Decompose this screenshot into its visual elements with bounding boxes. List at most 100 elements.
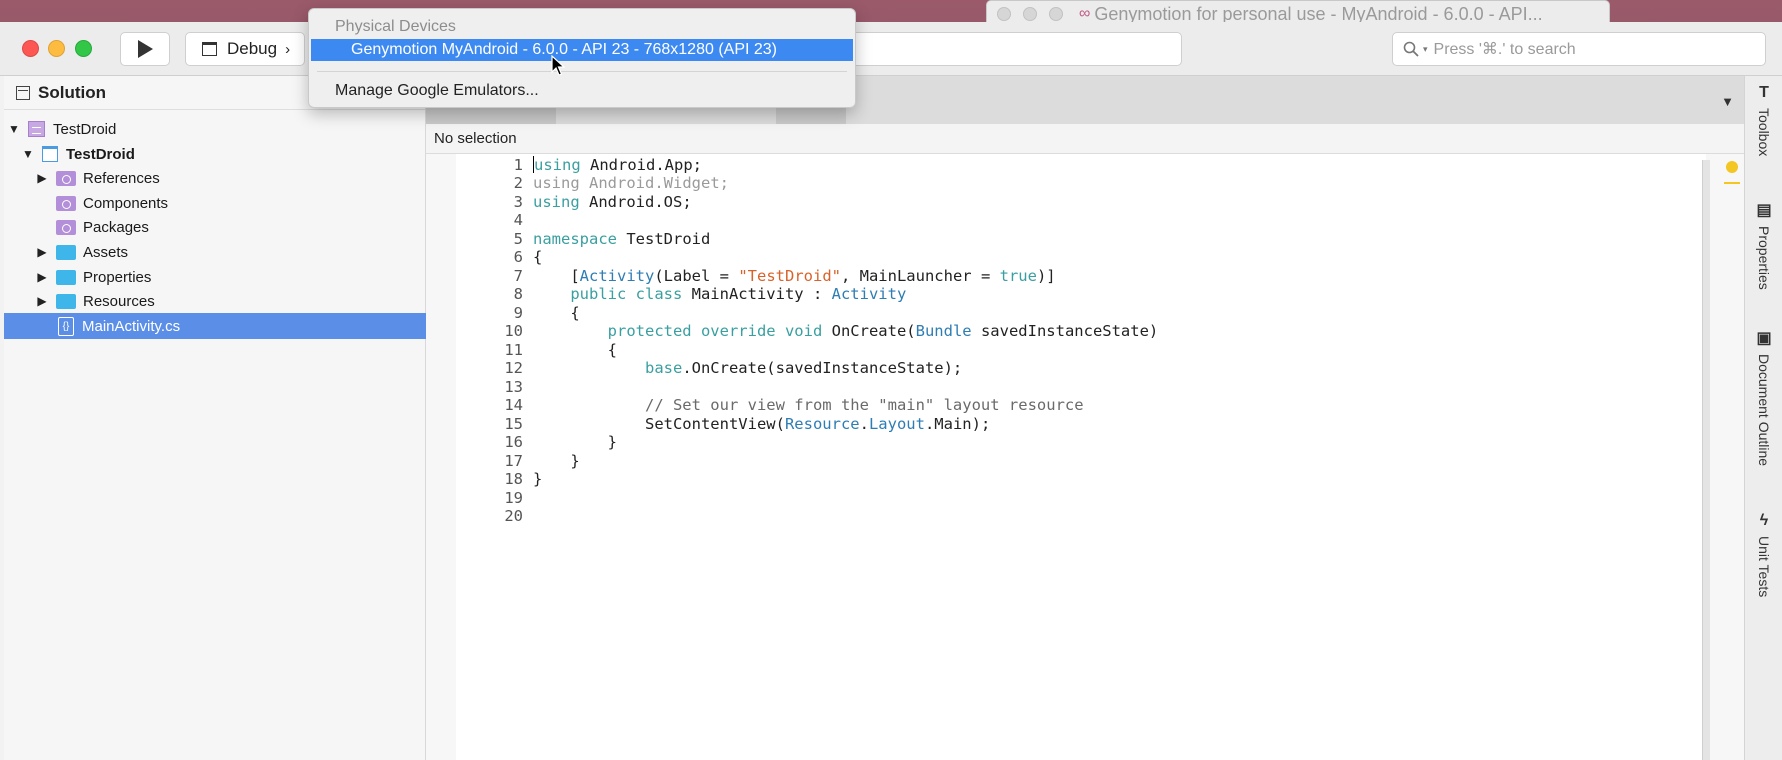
disclosure-closed-icon[interactable]: ▶ [36,171,48,185]
search-input[interactable]: ▾ Press '⌘.' to search [1392,32,1766,66]
line-number: 8 [513,285,523,303]
main-toolbar: Debug › ▾ Press '⌘.' to search [0,22,1782,76]
line-number: 4 [513,211,523,229]
code-token: savedInstanceState) [971,322,1159,340]
code-token: base [644,359,683,377]
code-token: true [999,266,1037,285]
csharp-file-icon: {} [58,316,74,336]
run-button[interactable] [120,32,170,66]
properties-icon: ▤ [1756,202,1772,219]
tree-item-label: Packages [83,218,149,236]
code-token: public class [570,285,683,303]
code-token: Android.App; [580,155,702,174]
line-number: 12 [504,359,523,377]
code-token: protected override void [607,322,823,340]
pad-label: Unit Tests [1756,536,1772,598]
solution-pane-icon [16,85,30,100]
tree-item-assets[interactable]: ▶ Assets [4,239,426,265]
code-token: .OnCreate(savedInstanceState); [682,359,963,377]
code-editor[interactable]: 1 using Android.App; 2 using Android.Widge… [426,154,1744,760]
code-token: } [533,470,543,488]
minimize-window-button[interactable] [48,40,65,57]
tree-item-solution[interactable]: ▼ TestDroid [4,116,426,142]
disclosure-closed-icon[interactable]: ▶ [36,245,48,259]
mouse-pointer-icon [551,55,565,76]
disclosure-closed-icon[interactable]: ▶ [36,270,48,284]
tree-item-label: Resources [83,292,155,310]
toolbox-icon: T [1759,84,1769,101]
code-sheet[interactable]: 1 using Android.App; 2 using Android.Widge… [456,154,1706,760]
code-token: Activity [579,266,655,285]
code-token: [ [533,266,580,285]
navigation-bar[interactable]: No selection [426,124,1744,154]
tree-item-mainactivity[interactable]: {} MainActivity.cs [4,313,426,339]
code-token: )] [1036,266,1056,285]
code-token: , MainLauncher = [840,266,1000,285]
tree-item-label: MainActivity.cs [82,317,181,335]
search-dropdown-icon: ▾ [1423,43,1428,54]
references-folder-icon [56,170,76,186]
line-number: 1 [513,155,523,174]
play-icon [138,40,153,58]
disclosure-open-icon[interactable]: ▼ [8,122,20,136]
folder-icon [56,293,76,309]
close-window-button[interactable] [22,40,39,57]
tree-item-properties[interactable]: ▶ Properties [4,264,426,290]
line-number: 18 [504,470,523,488]
code-token: } [533,433,617,451]
bg-minimize-button[interactable] [1023,7,1037,21]
code-token: } [533,451,580,470]
line-number: 5 [513,229,523,248]
project-icon [42,146,58,162]
code-token: using [533,192,580,211]
pad-label: Properties [1756,226,1772,290]
code-token: using [534,155,581,174]
right-pad-bar: T Toolbox ▤ Properties ▣ Document Outlin… [1744,76,1782,760]
line-number: 11 [504,340,523,359]
tab-list-dropdown-icon[interactable]: ▼ [1721,94,1734,109]
menu-item-genymotion-device[interactable]: Genymotion MyAndroid - 6.0.0 - API 23 - … [311,39,853,61]
config-label: Debug [227,39,278,58]
bg-zoom-button[interactable] [1049,7,1063,21]
genymotion-link-icon: ∞ [1079,5,1091,22]
line-number: 3 [513,192,523,211]
tree-item-label: TestDroid [66,145,135,163]
code-token: Android.Widget; [579,174,729,192]
components-folder-icon [56,195,76,211]
pad-label: Toolbox [1756,108,1772,157]
properties-pad-button[interactable]: ▤ Properties [1745,200,1782,290]
document-outline-icon: ▣ [1756,330,1772,347]
bg-close-button[interactable] [997,7,1011,21]
search-icon [1403,41,1419,57]
code-token: .Main); [924,414,991,433]
overview-marker[interactable] [1724,182,1740,184]
line-number: 14 [504,396,523,414]
document-outline-pad-button[interactable]: ▣ Document Outline [1745,328,1782,466]
nav-selection-text: No selection [434,130,517,147]
warning-marker-icon[interactable] [1726,161,1738,173]
build-configuration-selector[interactable]: Debug › [185,32,305,66]
tree-item-resources[interactable]: ▶ Resources [4,288,426,314]
disclosure-closed-icon[interactable]: ▶ [36,294,48,308]
tree-item-references[interactable]: ▶ References [4,165,426,191]
vertical-scrollbar[interactable] [1702,160,1710,760]
unit-tests-icon: ϟ [1759,512,1769,529]
tree-item-components[interactable]: Components [4,190,426,216]
unit-tests-pad-button[interactable]: ϟ Unit Tests [1745,512,1782,597]
menu-item-manage-emulators[interactable]: Manage Google Emulators... [335,82,539,100]
tree-item-packages[interactable]: Packages [4,214,426,240]
tree-item-label: References [83,169,160,187]
pad-label: Document Outline [1756,354,1772,467]
tree-item-project[interactable]: ▼ TestDroid [4,141,426,167]
ide-window: Debug › ▾ Press '⌘.' to search Solution … [0,22,1782,760]
code-token: Android.OS; [579,192,692,211]
line-number: 13 [504,377,523,396]
folder-icon [56,244,76,260]
zoom-window-button[interactable] [75,40,92,57]
tree-item-label: Components [83,194,169,212]
disclosure-open-icon[interactable]: ▼ [22,147,34,161]
toolbox-pad-button[interactable]: T Toolbox [1745,84,1782,156]
line-number: 16 [504,433,523,451]
